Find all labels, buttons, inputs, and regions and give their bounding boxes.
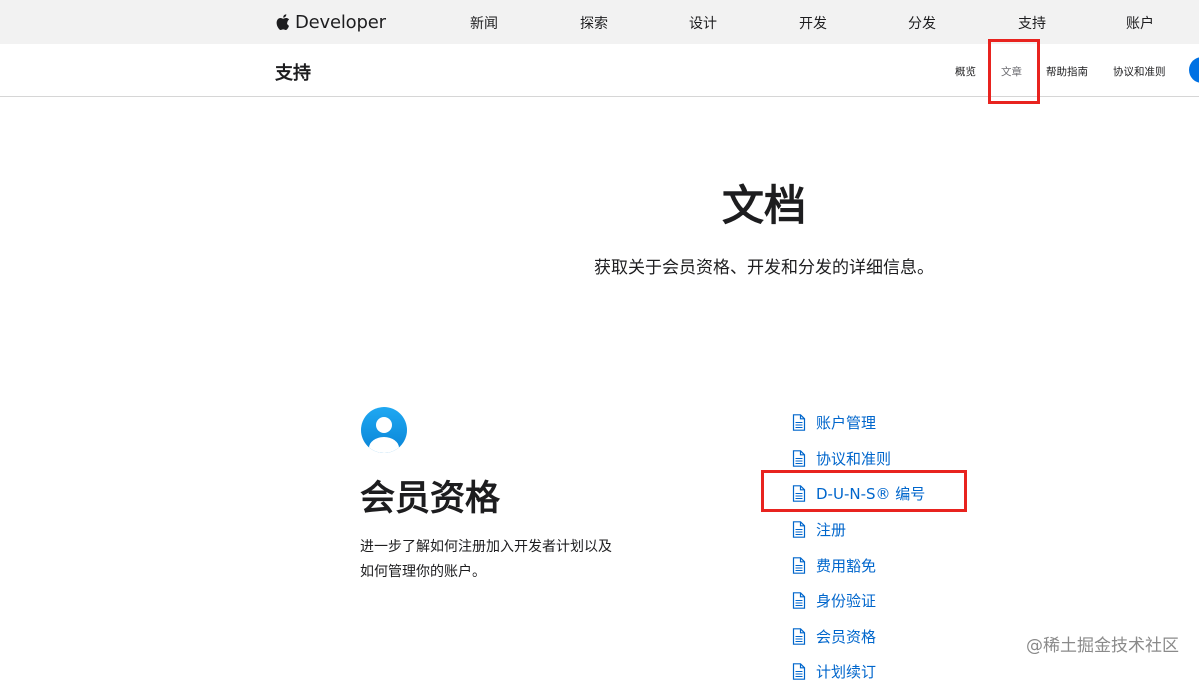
link-label: 协议和准则 xyxy=(816,448,891,469)
link-label: 费用豁免 xyxy=(816,555,876,576)
section-title: 会员资格 xyxy=(360,470,500,521)
local-nav: 支持 概览 文章 帮助指南 协议和准则 xyxy=(0,44,1199,97)
lnav-help-guides[interactable]: 帮助指南 xyxy=(1046,64,1088,79)
gnav-support[interactable]: 支持 xyxy=(1018,13,1046,33)
document-icon xyxy=(792,414,806,431)
document-icon xyxy=(792,592,806,609)
local-nav-title[interactable]: 支持 xyxy=(275,59,311,85)
gnav-account[interactable]: 账户 xyxy=(1126,13,1154,33)
document-icon xyxy=(792,521,806,538)
document-icon xyxy=(792,663,806,680)
gnav-discover[interactable]: 探索 xyxy=(580,13,608,33)
gnav-develop[interactable]: 开发 xyxy=(799,13,827,33)
lnav-agreements[interactable]: 协议和准则 xyxy=(1113,64,1166,79)
link-label: 会员资格 xyxy=(816,626,876,647)
developer-home-link[interactable]: Developer xyxy=(275,9,386,35)
page-title: 文档 xyxy=(0,172,1199,233)
gnav-design[interactable]: 设计 xyxy=(689,13,717,33)
link-program-renewal[interactable]: 计划续订 xyxy=(792,654,925,690)
global-nav: Developer 新闻 探索 设计 开发 分发 支持 账户 xyxy=(0,0,1199,44)
link-label: 身份验证 xyxy=(816,590,876,611)
person-circle-icon xyxy=(360,406,408,454)
gnav-news[interactable]: 新闻 xyxy=(470,13,498,33)
lnav-action-button[interactable] xyxy=(1189,57,1199,83)
link-label: 账户管理 xyxy=(816,412,876,433)
document-icon xyxy=(792,628,806,645)
link-enrollment[interactable]: 注册 xyxy=(792,512,925,548)
link-duns-number[interactable]: D-U-N-S® 编号 xyxy=(792,476,925,512)
link-fee-waivers[interactable]: 费用豁免 xyxy=(792,547,925,583)
link-agreements-guidelines[interactable]: 协议和准则 xyxy=(792,441,925,477)
lnav-overview[interactable]: 概览 xyxy=(955,64,976,79)
link-membership[interactable]: 会员资格 xyxy=(792,619,925,655)
apple-logo-icon xyxy=(275,13,290,31)
link-label: 注册 xyxy=(816,519,846,540)
section-description: 进一步了解如何注册加入开发者计划以及如何管理你的账户。 xyxy=(360,535,620,585)
watermark: @稀土掘金技术社区 xyxy=(1026,631,1179,656)
document-icon xyxy=(792,485,806,502)
link-account-management[interactable]: 账户管理 xyxy=(792,405,925,441)
brand-name: Developer xyxy=(295,12,386,33)
document-icon xyxy=(792,557,806,574)
gnav-distribute[interactable]: 分发 xyxy=(908,13,936,33)
membership-link-list: 账户管理 协议和准则 D-U-N-S® 编号 注册 费用豁免 身份验证 会员资格… xyxy=(792,405,925,690)
document-icon xyxy=(792,450,806,467)
page-subtitle: 获取关于会员资格、开发和分发的详细信息。 xyxy=(0,253,1199,278)
link-identity-verification[interactable]: 身份验证 xyxy=(792,583,925,619)
lnav-articles[interactable]: 文章 xyxy=(1001,64,1022,79)
link-label: D-U-N-S® 编号 xyxy=(816,483,925,504)
link-label: 计划续订 xyxy=(816,661,876,682)
